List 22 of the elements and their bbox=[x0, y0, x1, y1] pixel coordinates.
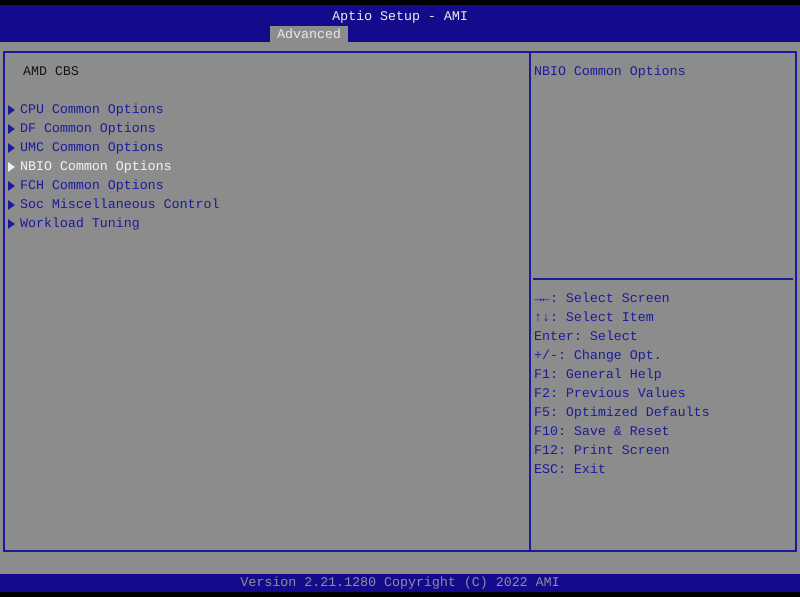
menu-item[interactable]: NBIO Common Options bbox=[5, 157, 172, 176]
help-text: NBIO Common Options bbox=[534, 64, 686, 79]
key-help-text: +/-: Change Opt. bbox=[534, 347, 662, 365]
menu-item[interactable]: DF Common Options bbox=[5, 119, 156, 138]
menu-item[interactable]: CPU Common Options bbox=[5, 100, 164, 119]
window-title: Aptio Setup - AMI bbox=[332, 8, 468, 26]
menu-item[interactable]: FCH Common Options bbox=[5, 176, 164, 195]
version-text: Version 2.21.1280 Copyright (C) 2022 AMI bbox=[240, 575, 560, 590]
key-help-text: F1: General Help bbox=[534, 366, 662, 384]
key-help-text: ↑↓: Select Item bbox=[534, 309, 654, 327]
key-help-text: F2: Previous Values bbox=[534, 385, 686, 403]
key-help-text: Enter: Select bbox=[534, 328, 638, 346]
key-help-text: F12: Print Screen bbox=[534, 442, 670, 460]
menu-item[interactable]: UMC Common Options bbox=[5, 138, 164, 157]
tab[interactable]: Advanced bbox=[270, 26, 348, 42]
key-help-text: F10: Save & Reset bbox=[534, 423, 670, 441]
menu-item[interactable]: Workload Tuning bbox=[5, 214, 140, 233]
key-help-text: F5: Optimized Defaults bbox=[534, 404, 710, 422]
key-help-text: →←: Select Screen bbox=[534, 290, 670, 308]
key-help-text: ESC: Exit bbox=[534, 461, 606, 479]
menu-item[interactable]: Soc Miscellaneous Control bbox=[5, 195, 220, 214]
page-title: AMD CBS bbox=[22, 63, 80, 81]
